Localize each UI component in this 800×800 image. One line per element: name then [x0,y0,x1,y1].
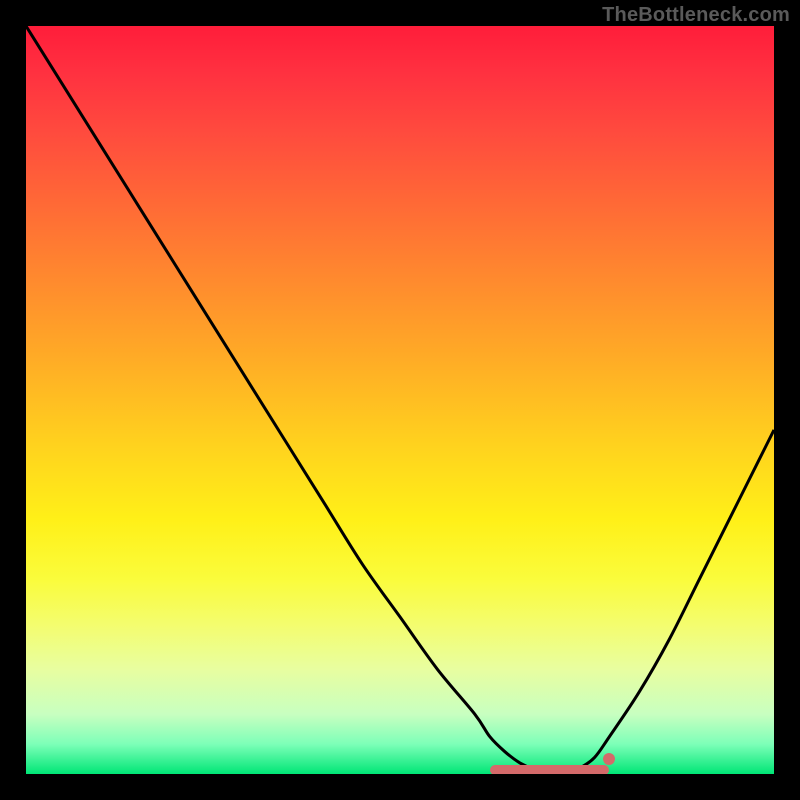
chart-frame: TheBottleneck.com [0,0,800,800]
curve-marker-dot [603,753,615,765]
bottleneck-curve [26,26,774,774]
plot-area [26,26,774,774]
optimal-range-marker [490,765,610,774]
watermark-text: TheBottleneck.com [602,4,790,27]
